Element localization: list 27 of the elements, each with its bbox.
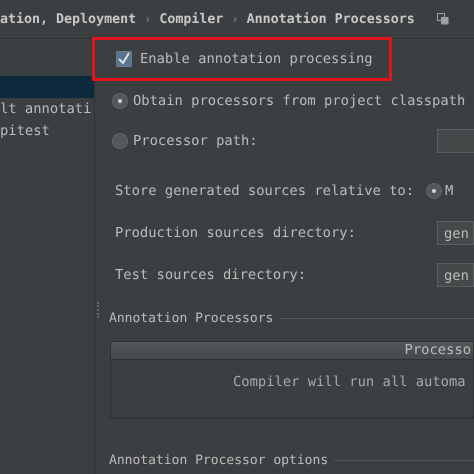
sidebar-item[interactable]: lt annotati bbox=[0, 98, 94, 120]
copy-icon[interactable] bbox=[436, 13, 449, 25]
breadcrumb-item[interactable]: ation, Deployment bbox=[0, 12, 136, 26]
radio-button[interactable] bbox=[112, 93, 128, 109]
directory-label: Production sources directory: bbox=[115, 225, 357, 241]
section-title: Annotation Processors bbox=[109, 310, 274, 326]
directory-field[interactable]: gen bbox=[437, 263, 474, 287]
empty-table-text: Compiler will run all automa bbox=[232, 374, 467, 390]
breadcrumb-separator: › bbox=[144, 12, 152, 26]
directory-label: Test sources directory: bbox=[115, 267, 308, 283]
checkbox[interactable] bbox=[116, 51, 132, 67]
radio-button[interactable] bbox=[426, 183, 442, 199]
store-label: Store generated sources relative to: bbox=[115, 183, 414, 199]
column-header[interactable]: Processo bbox=[404, 342, 471, 359]
directory-field[interactable]: gen bbox=[437, 221, 474, 245]
drag-handle[interactable] bbox=[97, 302, 102, 318]
radio-label: Processor path: bbox=[133, 133, 258, 149]
breadcrumb-separator: › bbox=[231, 12, 239, 26]
processor-path-field[interactable] bbox=[437, 129, 474, 153]
section-title: Annotation Processor options bbox=[109, 452, 328, 468]
breadcrumb-item[interactable]: Compiler bbox=[159, 12, 224, 26]
radio-label: Obtain processors from project classpath bbox=[133, 93, 466, 109]
sidebar-item[interactable]: pitest bbox=[0, 120, 94, 142]
radio-label: M bbox=[445, 183, 454, 199]
breadcrumb-item[interactable]: Annotation Processors bbox=[246, 12, 415, 26]
radio-button[interactable] bbox=[112, 133, 128, 149]
checkbox-label: Enable annotation processing bbox=[140, 51, 373, 67]
